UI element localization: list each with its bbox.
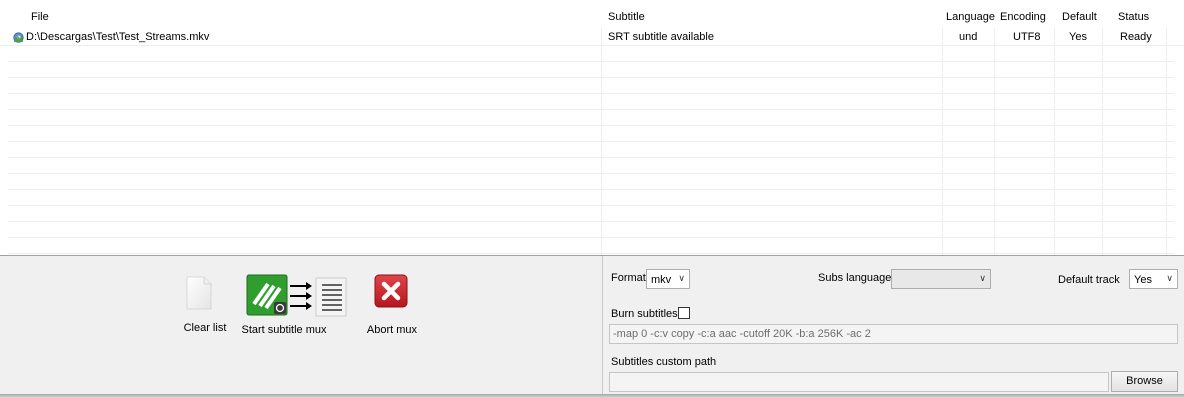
- empty-row: [8, 45, 1174, 62]
- row-subtitle: SRT subtitle available: [608, 31, 714, 43]
- ffmpeg-mux-icon: [246, 274, 347, 317]
- default-track-label: Default track: [1058, 274, 1120, 286]
- abort-mux-button[interactable]: Abort mux: [360, 270, 424, 340]
- burn-subtitles-label: Burn subtitles: [611, 308, 678, 320]
- format-value: mkv: [651, 274, 672, 286]
- empty-row: [8, 189, 1174, 206]
- chevron-down-icon: ∨: [678, 273, 685, 283]
- clear-list-button[interactable]: Clear list: [168, 270, 242, 340]
- empty-row: [8, 173, 1174, 190]
- start-subtitle-mux-button[interactable]: Start subtitle mux: [240, 270, 352, 340]
- empty-row: [8, 93, 1174, 110]
- abort-mux-label: Abort mux: [366, 324, 418, 336]
- red-x-icon: [374, 274, 408, 308]
- subtitles-custom-path-field[interactable]: [609, 372, 1109, 392]
- empty-row: [8, 77, 1174, 94]
- ffmpeg-args-field[interactable]: -map 0 -c:v copy -c:a aac -cutoff 20K -b…: [609, 324, 1178, 344]
- column-header-language[interactable]: Language: [946, 6, 995, 26]
- row-encoding: UTF8: [1013, 31, 1041, 43]
- blank-document-icon: [186, 276, 212, 310]
- empty-row: [8, 237, 1174, 254]
- empty-row: [8, 221, 1174, 238]
- subs-language-label: Subs language: [818, 272, 892, 284]
- empty-row: [8, 141, 1174, 158]
- format-label: Format: [611, 272, 646, 284]
- empty-row: [8, 61, 1174, 78]
- empty-row: [8, 109, 1174, 126]
- burn-subtitles-checkbox[interactable]: [678, 307, 690, 319]
- subs-language-select[interactable]: ∨: [891, 269, 991, 289]
- empty-row: [8, 205, 1174, 222]
- format-select[interactable]: mkv ∨: [646, 269, 690, 289]
- list-header: File Subtitle Language Encoding Default …: [0, 6, 1184, 26]
- row-default: Yes: [1069, 31, 1087, 43]
- column-header-default[interactable]: Default: [1062, 6, 1097, 26]
- default-track-value: Yes: [1134, 274, 1152, 286]
- empty-row: [8, 125, 1174, 142]
- window-bottom-edge: [0, 394, 1184, 398]
- clear-list-label: Clear list: [183, 322, 227, 334]
- media-file-icon: [13, 32, 24, 43]
- default-track-select[interactable]: Yes ∨: [1129, 269, 1178, 289]
- empty-row: [8, 157, 1174, 174]
- browse-button[interactable]: Browse: [1111, 371, 1178, 392]
- subtitles-custom-path-label: Subtitles custom path: [611, 356, 717, 368]
- chevron-down-icon: ∨: [979, 273, 986, 283]
- start-subtitle-mux-label: Start subtitle mux: [241, 324, 327, 336]
- table-row[interactable]: D:\Descargas\Test\Test_Streams.mkv SRT s…: [0, 29, 1184, 46]
- column-header-subtitle[interactable]: Subtitle: [608, 6, 645, 26]
- column-header-file[interactable]: File: [31, 6, 49, 26]
- column-header-encoding[interactable]: Encoding: [1000, 6, 1046, 26]
- row-status: Ready: [1120, 31, 1152, 43]
- subtitle-list-view[interactable]: File Subtitle Language Encoding Default …: [0, 0, 1184, 255]
- column-header-status[interactable]: Status: [1118, 6, 1149, 26]
- row-file-path: D:\Descargas\Test\Test_Streams.mkv: [26, 31, 210, 43]
- chevron-down-icon: ∨: [1166, 273, 1173, 283]
- row-language: und: [959, 31, 978, 43]
- panel-divider: [602, 256, 603, 394]
